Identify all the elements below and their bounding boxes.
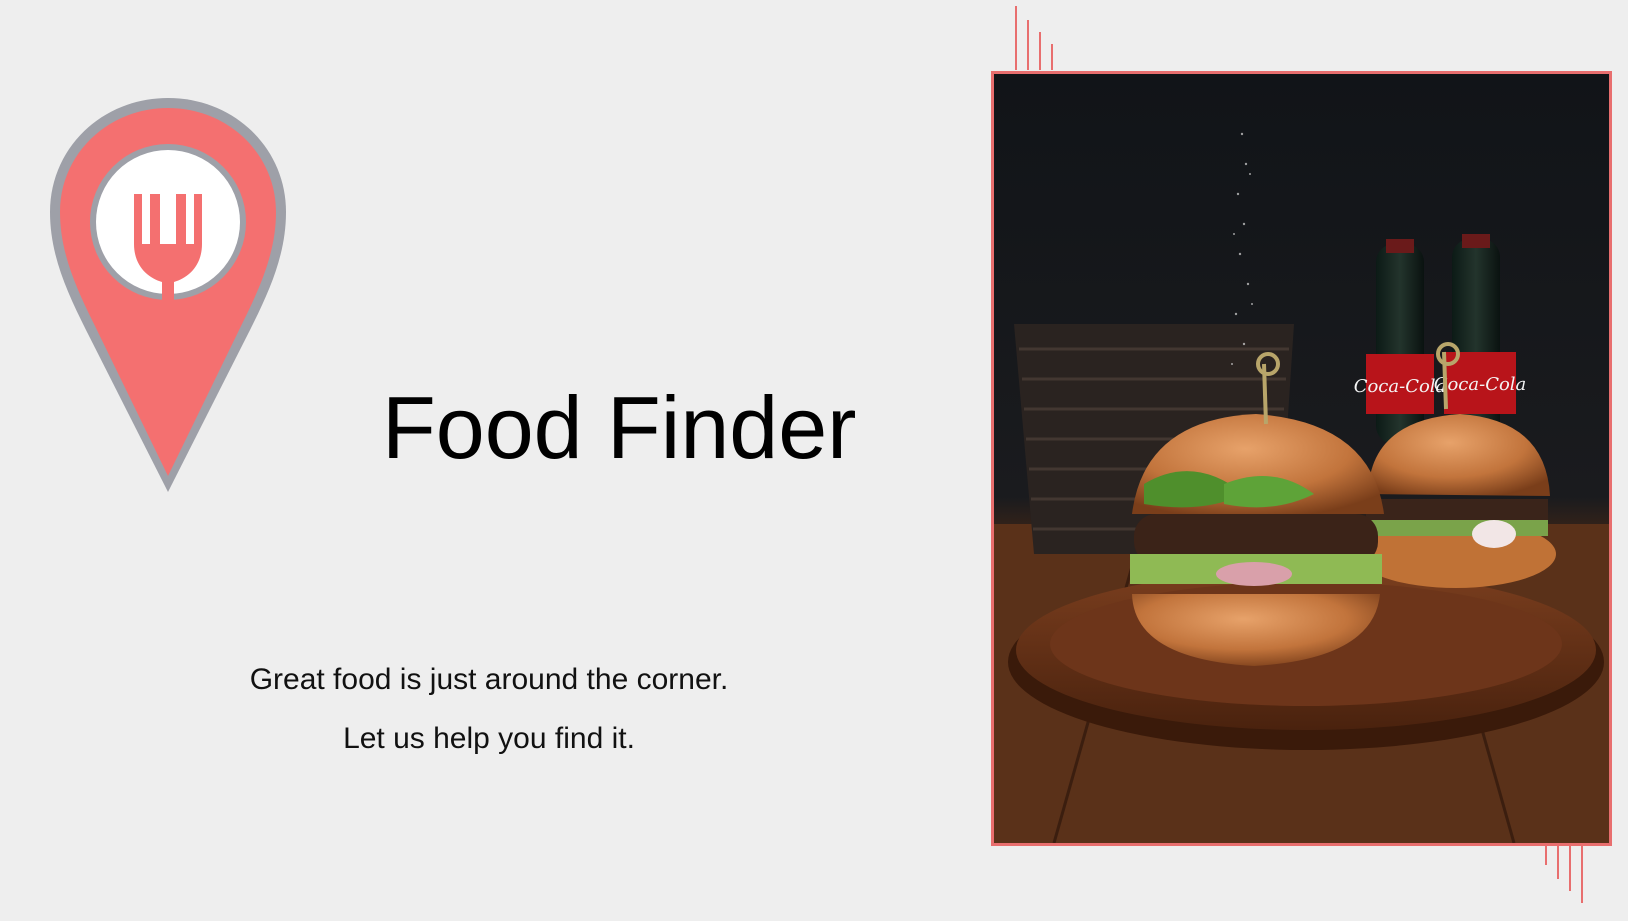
decorative-stripes-top <box>1012 6 1060 70</box>
bottle-label-right: Coca-Cola <box>1434 374 1527 395</box>
bottle-label-left: Coca-Cola <box>1354 376 1447 397</box>
tagline-line-1: Great food is just around the corner. <box>249 663 729 696</box>
decorative-stripes-bottom <box>1542 845 1590 905</box>
slide: Food Finder Great food is just around th… <box>0 0 1628 921</box>
location-pin-fork-icon <box>44 94 292 500</box>
tagline-line-2: Let us help you find it. <box>343 722 635 755</box>
burgers-and-cola-photo: Coca-Cola Coca-Cola <box>991 71 1612 846</box>
page-title: Food Finder <box>382 378 857 477</box>
